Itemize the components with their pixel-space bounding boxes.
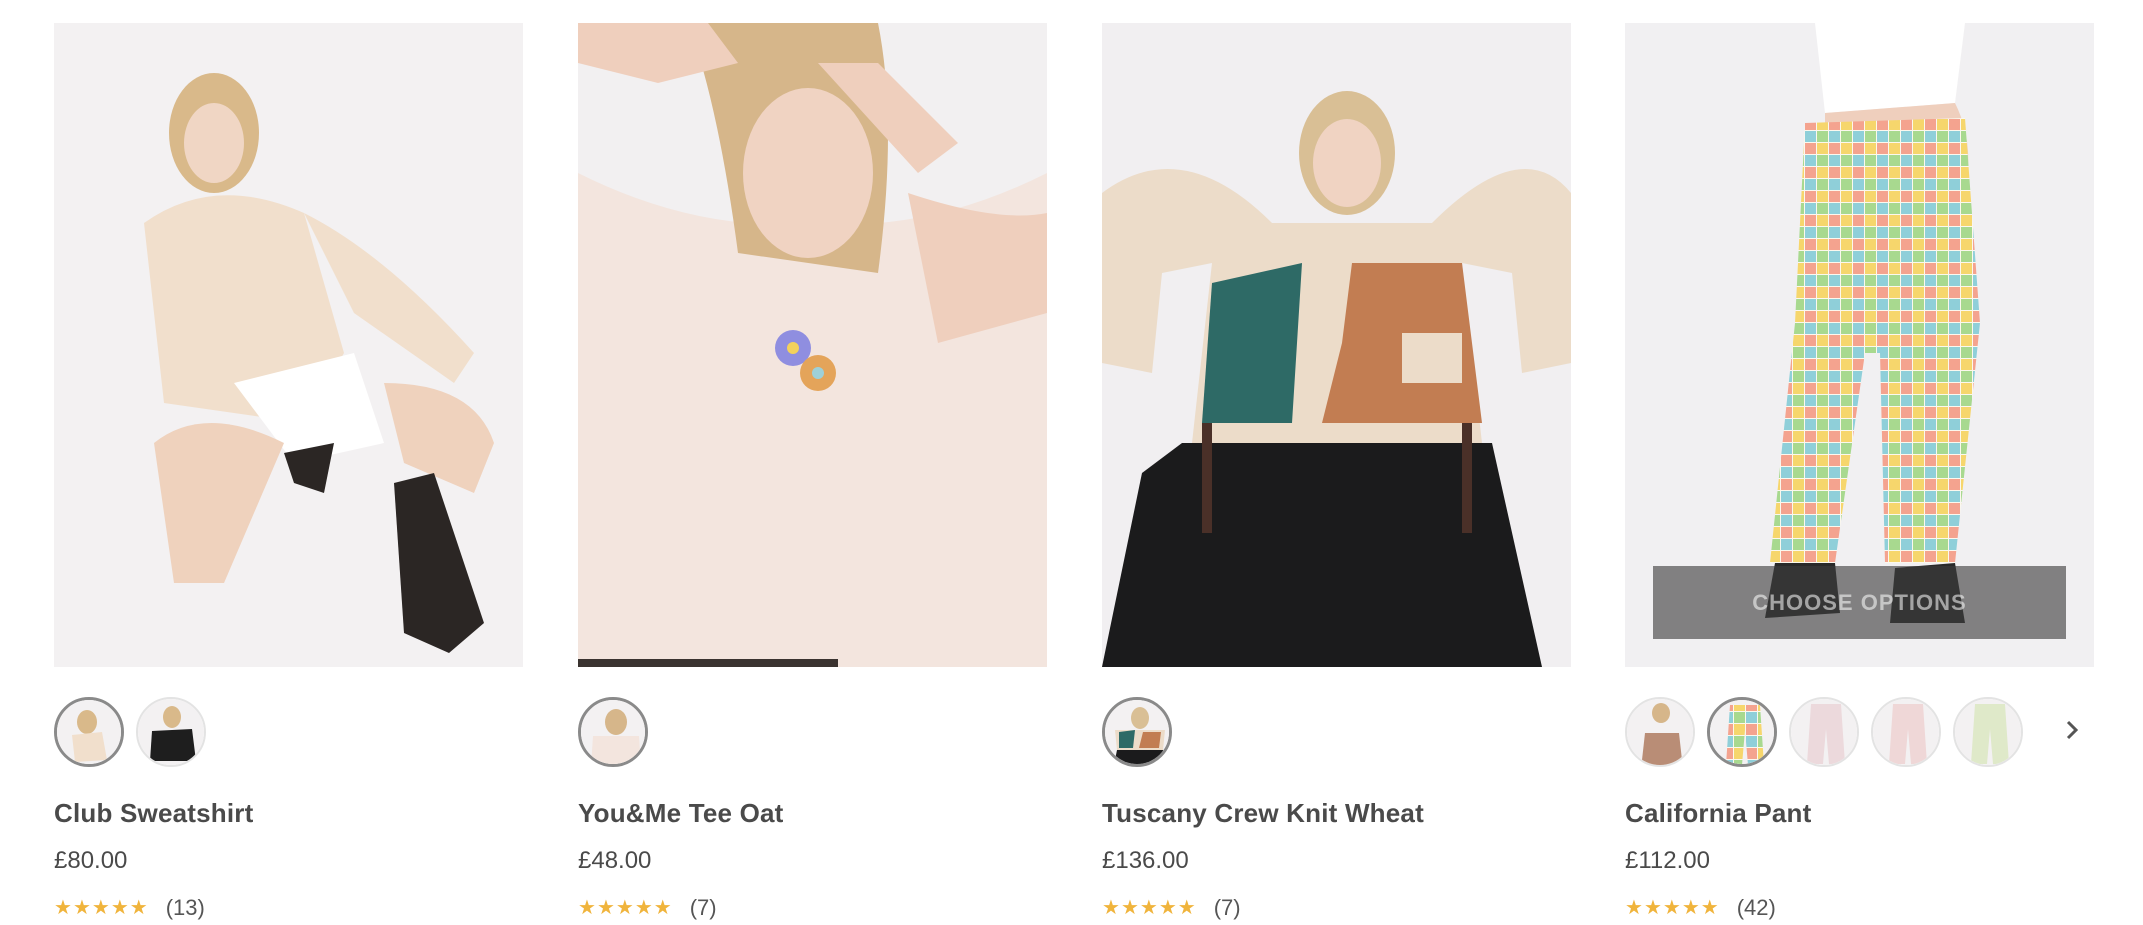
swatch-pink[interactable]	[1789, 697, 1859, 767]
star-rating: ★ ★ ★ ★ ★	[54, 898, 148, 918]
star-icon: ★	[615, 897, 634, 919]
product-card: CHOOSE OPTIONS California Pant £112.00 ★…	[1625, 23, 2094, 921]
review-count: (7)	[689, 895, 717, 920]
star-icon: ★	[1700, 897, 1719, 919]
chevron-right-icon[interactable]	[2050, 708, 2094, 752]
product-image-california-pant[interactable]: CHOOSE OPTIONS	[1625, 23, 2094, 667]
product-title[interactable]: Club Sweatshirt	[54, 798, 523, 829]
product-image-club-sweatshirt[interactable]	[54, 23, 523, 667]
choose-options-button[interactable]: CHOOSE OPTIONS	[1653, 566, 2066, 639]
star-icon: ★	[1158, 897, 1177, 919]
product-rating[interactable]: ★ ★ ★ ★ ★ (42)	[1625, 895, 2094, 921]
swatch-tan[interactable]	[1625, 697, 1695, 767]
star-icon: ★	[653, 897, 672, 919]
color-swatches	[1102, 694, 1571, 770]
star-rating: ★ ★ ★ ★ ★	[578, 898, 672, 918]
star-icon: ★	[1662, 897, 1681, 919]
swatch-black[interactable]	[136, 697, 206, 767]
star-rating: ★ ★ ★ ★ ★	[1625, 898, 1719, 918]
star-icon: ★	[1681, 897, 1700, 919]
swatch-sage[interactable]	[1953, 697, 2023, 767]
product-price: £112.00	[1625, 847, 1710, 874]
product-rating[interactable]: ★ ★ ★ ★ ★ (13)	[54, 895, 523, 921]
star-rating: ★ ★ ★ ★ ★	[1102, 898, 1196, 918]
product-image-tuscany-knit[interactable]	[1102, 23, 1571, 667]
star-icon: ★	[1139, 897, 1158, 919]
star-icon: ★	[1102, 897, 1120, 919]
star-icon: ★	[129, 897, 148, 919]
star-icon: ★	[54, 897, 72, 919]
star-icon: ★	[596, 897, 615, 919]
product-price: £48.00	[578, 847, 652, 874]
star-icon: ★	[1177, 897, 1196, 919]
product-card: Tuscany Crew Knit Wheat £136.00 ★ ★ ★ ★ …	[1102, 23, 1571, 921]
product-title[interactable]: California Pant	[1625, 798, 2094, 829]
star-icon: ★	[634, 897, 653, 919]
swatch-blush[interactable]	[1871, 697, 1941, 767]
product-grid: Club Sweatshirt £80.00 ★ ★ ★ ★ ★ (13) Yo…	[0, 0, 2143, 925]
product-title[interactable]: You&Me Tee Oat	[578, 798, 1047, 829]
product-title[interactable]: Tuscany Crew Knit Wheat	[1102, 798, 1571, 829]
star-icon: ★	[72, 897, 91, 919]
product-rating[interactable]: ★ ★ ★ ★ ★ (7)	[578, 895, 1047, 921]
review-count: (13)	[165, 895, 205, 920]
color-swatches	[54, 694, 523, 770]
star-icon: ★	[91, 897, 110, 919]
review-count: (7)	[1213, 895, 1241, 920]
swatch-cream[interactable]	[54, 697, 124, 767]
star-icon: ★	[110, 897, 129, 919]
product-price: £80.00	[54, 847, 128, 874]
star-icon: ★	[1625, 897, 1643, 919]
color-swatches	[1625, 694, 2094, 770]
swatch-print[interactable]	[1707, 697, 1777, 767]
star-icon: ★	[1643, 897, 1662, 919]
swatch-wheat[interactable]	[1102, 697, 1172, 767]
review-count: (42)	[1736, 895, 1776, 920]
product-image-you-me-tee[interactable]	[578, 23, 1047, 667]
color-swatches	[578, 694, 1047, 770]
product-card: You&Me Tee Oat £48.00 ★ ★ ★ ★ ★ (7)	[578, 23, 1047, 921]
product-rating[interactable]: ★ ★ ★ ★ ★ (7)	[1102, 895, 1571, 921]
star-icon: ★	[578, 897, 596, 919]
star-icon: ★	[1120, 897, 1139, 919]
swatch-oat[interactable]	[578, 697, 648, 767]
product-card: Club Sweatshirt £80.00 ★ ★ ★ ★ ★ (13)	[54, 23, 523, 921]
product-price: £136.00	[1102, 847, 1189, 874]
